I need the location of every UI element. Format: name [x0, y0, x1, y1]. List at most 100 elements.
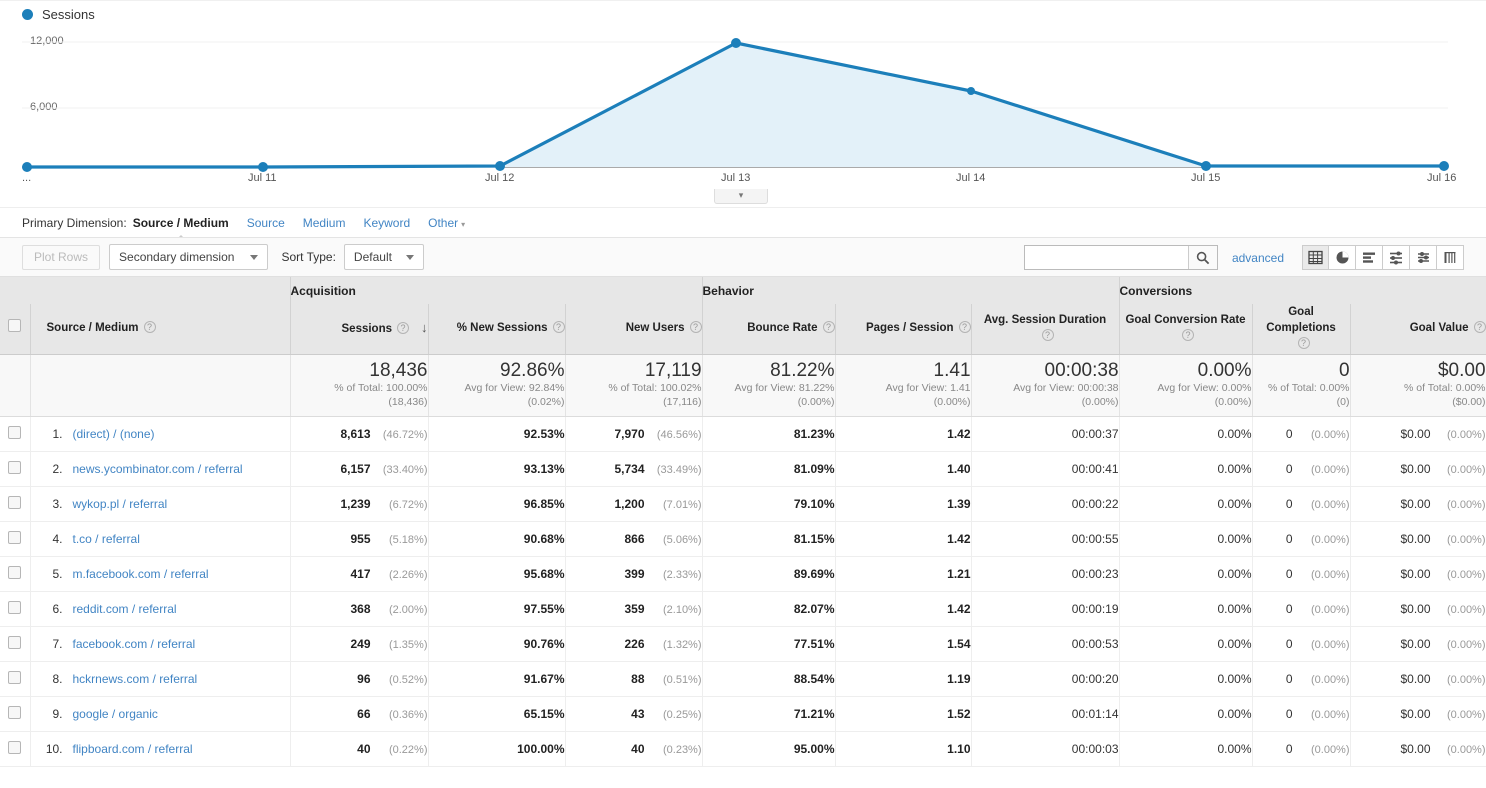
secondary-dimension-dropdown[interactable]: Secondary dimension — [109, 244, 269, 270]
bar-chart-view-icon[interactable] — [1356, 245, 1383, 270]
sort-type-value: Default — [353, 250, 392, 264]
totals-goal-completions: 0 % of Total: 0.00% (0) — [1252, 354, 1351, 417]
row-checkbox[interactable] — [8, 495, 22, 509]
column-header-bounce-rate[interactable]: Bounce Rate? — [702, 304, 836, 355]
totals-conv-rate-value: 0.00% — [1197, 360, 1252, 382]
help-icon[interactable]: ? — [552, 320, 565, 333]
help-icon[interactable]: ? — [1297, 336, 1310, 349]
row-goal-value-value: $0.00 — [1400, 741, 1431, 756]
comparison-view-icon[interactable] — [1410, 245, 1437, 270]
table-row: 7. facebook.com / referral 249 (1.35%) 90.76… — [0, 626, 1486, 662]
row-new-users-pct: (1.32%) — [662, 638, 702, 651]
row-new-users-pct: (5.06%) — [662, 533, 702, 546]
table-view-icon[interactable] — [1302, 245, 1329, 270]
select-all-checkbox[interactable] — [8, 319, 22, 333]
column-header-goal-conversion-rate[interactable]: Goal Conversion Rate? — [1119, 304, 1253, 355]
help-icon[interactable]: ? — [143, 320, 156, 333]
column-header-source-medium[interactable]: Source / Medium? — [30, 304, 291, 355]
primary-dimension-label: Primary Dimension: — [22, 215, 127, 230]
row-checkbox[interactable] — [8, 425, 22, 439]
column-header-new-users[interactable]: New Users? — [565, 304, 703, 355]
row-checkbox[interactable] — [8, 670, 22, 684]
chart-expander-chevron-down-icon[interactable]: ▾ — [714, 189, 768, 204]
row-completions-pct: (0.00%) — [1310, 463, 1350, 476]
help-icon[interactable]: ? — [1041, 328, 1054, 341]
chart-legend[interactable]: Sessions — [22, 7, 95, 22]
totals-bounce-rate: 81.22% Avg for View: 81.22% (0.00%) — [702, 354, 836, 417]
row-new-users-cell: 1,200 (7.01%) — [565, 486, 703, 522]
column-header-pct-new-sessions[interactable]: % New Sessions? — [428, 304, 566, 355]
row-sessions-pct: (2.00%) — [388, 603, 428, 616]
row-checkbox[interactable] — [8, 600, 22, 614]
advanced-filter-link[interactable]: advanced — [1232, 251, 1284, 265]
primary-dimension-medium[interactable]: Medium — [303, 216, 346, 230]
pie-chart-view-icon[interactable] — [1329, 245, 1356, 270]
help-icon[interactable]: ? — [822, 320, 835, 333]
column-header-goal-value[interactable]: Goal Value? — [1350, 304, 1486, 355]
primary-dimension-keyword[interactable]: Keyword — [363, 216, 410, 230]
row-dimension-link[interactable]: (direct) / (none) — [73, 427, 155, 441]
secondary-dimension-label: Secondary dimension — [119, 250, 235, 264]
pivot-view-icon[interactable] — [1437, 245, 1464, 270]
help-icon[interactable]: ? — [397, 322, 409, 335]
column-header-sessions-label: Sessions — [341, 323, 393, 336]
help-icon[interactable]: ? — [1182, 328, 1195, 341]
chevron-down-icon: ▾ — [461, 219, 466, 229]
row-completions-value: 0 — [1285, 496, 1293, 511]
help-icon[interactable]: ? — [958, 320, 971, 333]
row-bounce-value: 71.21% — [793, 706, 835, 721]
column-header-pages-session-label: Pages / Session — [865, 321, 954, 334]
search-input[interactable] — [1024, 246, 1188, 269]
row-pct-new-value: 96.85% — [523, 496, 565, 511]
performance-view-icon[interactable] — [1383, 245, 1410, 270]
row-completions-pct: (0.00%) — [1310, 673, 1350, 686]
row-checkbox[interactable] — [8, 635, 22, 649]
row-dimension-link[interactable]: facebook.com / referral — [73, 637, 196, 651]
row-dimension-link[interactable]: flipboard.com / referral — [73, 742, 193, 756]
row-new-users-cell: 43 (0.25%) — [565, 696, 703, 732]
row-dimension-link[interactable]: reddit.com / referral — [73, 602, 177, 616]
row-checkbox[interactable] — [8, 705, 22, 719]
row-completions-pct: (0.00%) — [1310, 428, 1350, 441]
help-icon[interactable]: ? — [1473, 320, 1486, 333]
row-pct-new-cell: 97.55% — [428, 591, 566, 627]
totals-goal-conv-rate: 0.00% Avg for View: 0.00% (0.00%) — [1119, 354, 1253, 417]
row-checkbox[interactable] — [8, 565, 22, 579]
row-dimension-cell: 3. wykop.pl / referral — [30, 486, 291, 522]
column-header-pages-session[interactable]: Pages / Session? — [835, 304, 972, 355]
primary-dimension-source[interactable]: Source — [247, 216, 285, 230]
row-dimension-link[interactable]: hckrnews.com / referral — [73, 672, 198, 686]
row-completions-pct: (0.00%) — [1310, 708, 1350, 721]
group-header-conversions: Conversions — [1119, 277, 1486, 304]
row-conv-rate-cell: 0.00% — [1119, 556, 1253, 592]
row-checkbox[interactable] — [8, 460, 22, 474]
row-dimension-cell: 1. (direct) / (none) — [30, 416, 291, 452]
primary-dimension-active-source-medium[interactable]: Source / Medium — [133, 216, 229, 240]
row-checkbox[interactable] — [8, 740, 22, 754]
row-sessions-pct: (6.72%) — [388, 498, 428, 511]
sort-descending-arrow-icon[interactable]: ↓ — [421, 320, 428, 335]
row-bounce-cell: 88.54% — [702, 661, 836, 697]
row-dimension-link[interactable]: news.ycombinator.com / referral — [73, 462, 243, 476]
row-select-cell — [0, 591, 31, 627]
help-icon[interactable]: ? — [689, 320, 702, 333]
row-checkbox[interactable] — [8, 530, 22, 544]
row-dimension-link[interactable]: m.facebook.com / referral — [73, 567, 209, 581]
row-conv-rate-cell: 0.00% — [1119, 451, 1253, 487]
row-new-users-value: 7,970 — [614, 426, 645, 441]
row-sessions-pct: (33.40%) — [382, 463, 428, 476]
row-goal-value-cell: $0.00 (0.00%) — [1350, 696, 1486, 732]
row-completions-pct: (0.00%) — [1310, 743, 1350, 756]
row-dimension-link[interactable]: t.co / referral — [73, 532, 140, 546]
x-axis-tick-1: Jul 11 — [248, 172, 277, 184]
search-button[interactable] — [1187, 246, 1217, 269]
row-dimension-link[interactable]: google / organic — [73, 707, 158, 721]
primary-dimension-other[interactable]: Other ▾ — [428, 216, 465, 230]
sort-type-dropdown[interactable]: Default — [343, 244, 424, 270]
plot-rows-button[interactable]: Plot Rows — [22, 244, 101, 270]
totals-sessions-value: 18,436 — [369, 360, 428, 382]
column-header-sessions[interactable]: Sessions? ↓ — [290, 304, 429, 355]
row-dimension-link[interactable]: wykop.pl / referral — [73, 497, 168, 511]
column-header-avg-session-duration[interactable]: Avg. Session Duration? — [971, 304, 1120, 355]
column-header-goal-completions[interactable]: Goal Completions? — [1252, 304, 1351, 355]
